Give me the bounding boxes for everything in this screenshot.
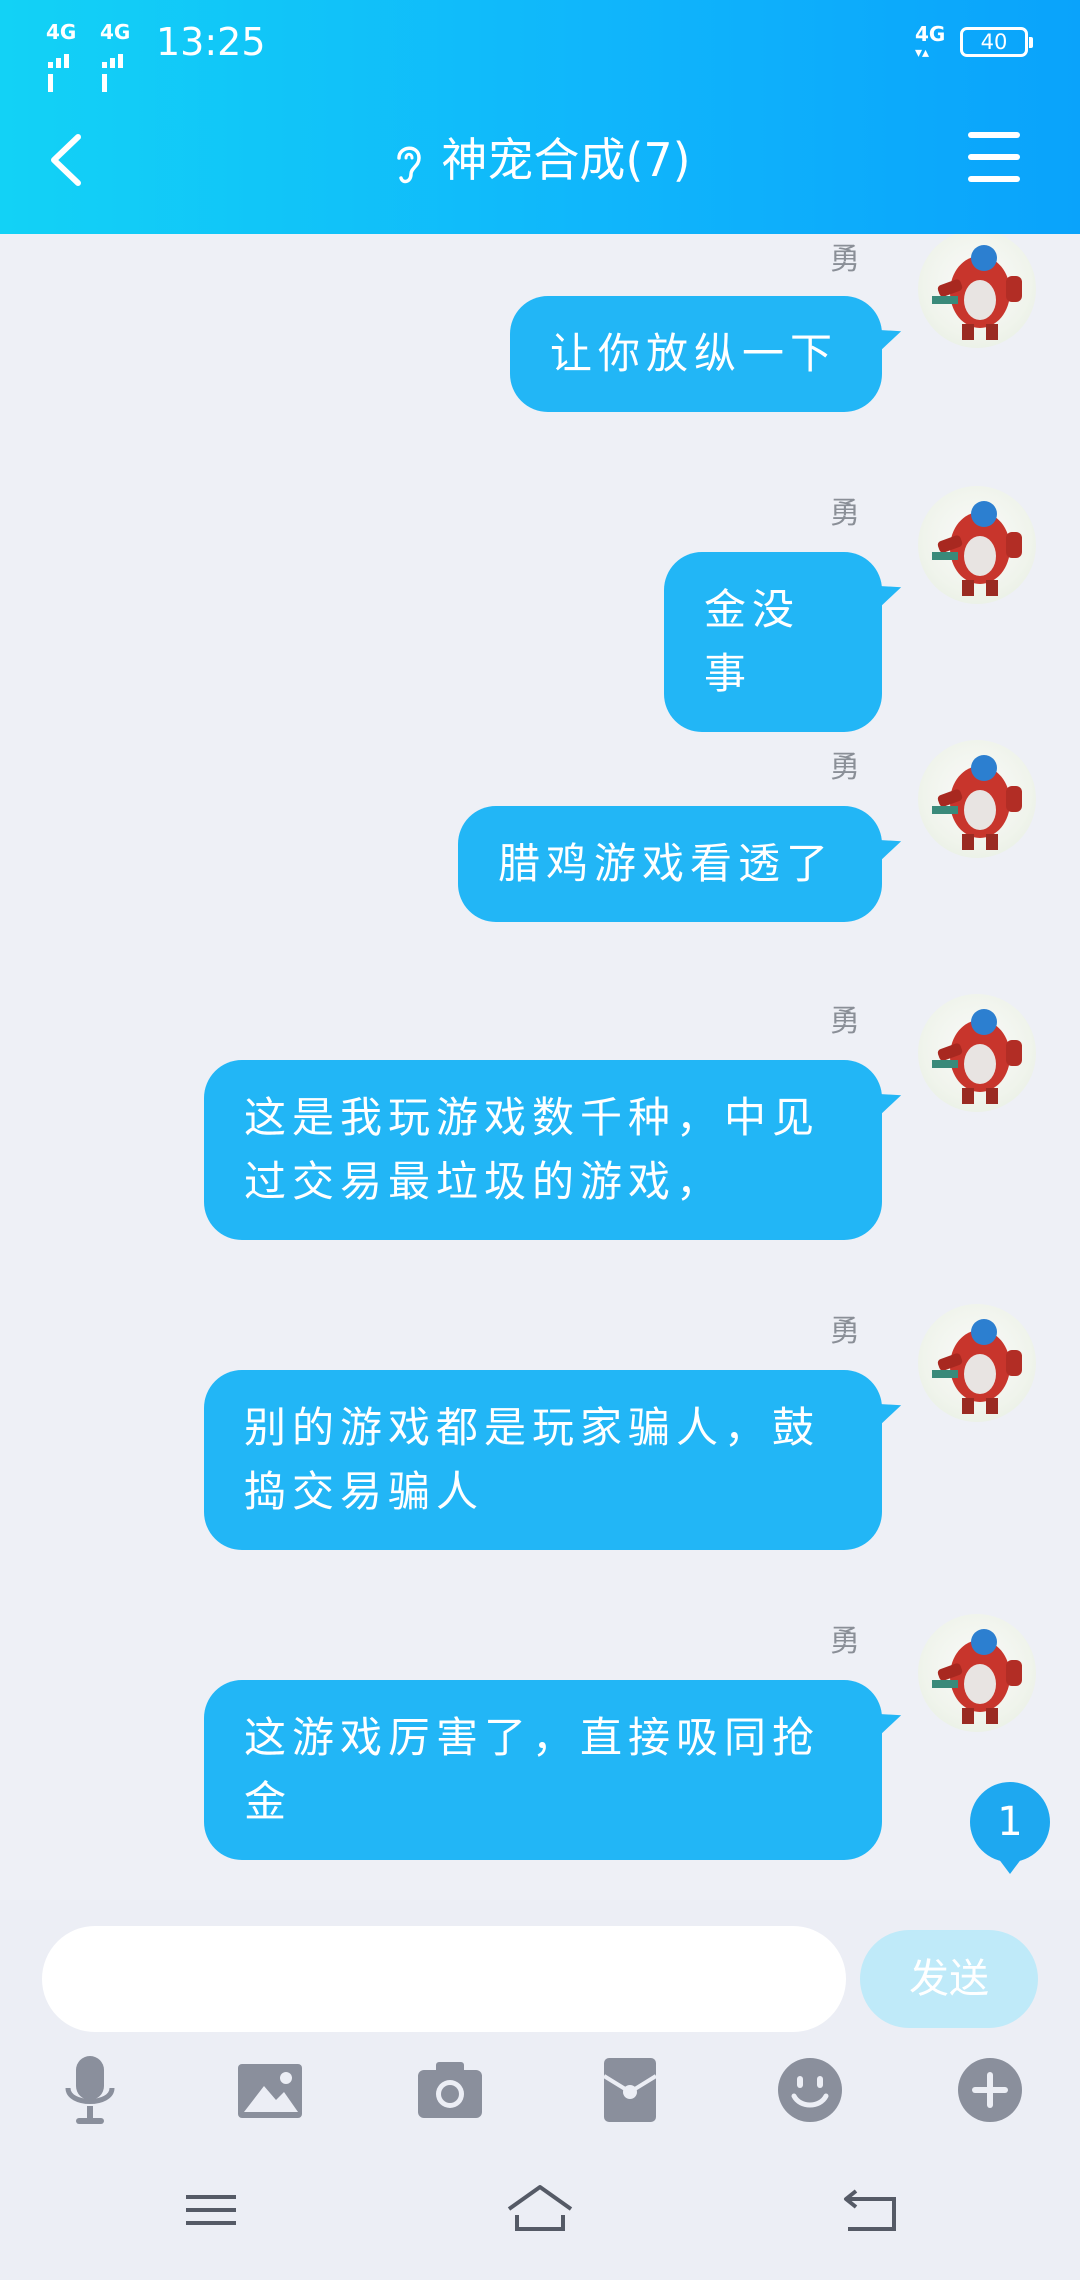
- message-bubble[interactable]: 让你放纵一下: [510, 296, 882, 412]
- voice-button[interactable]: [50, 2050, 130, 2130]
- robot-avatar-icon: [932, 245, 1022, 340]
- message-list[interactable]: 勇 让你放纵一下 勇 金没事 勇 腊鸡游戏看透了 勇 这是我玩游戏数千种，中见过…: [0, 234, 1080, 1900]
- avatar[interactable]: [918, 1614, 1036, 1732]
- image-button[interactable]: [230, 2050, 310, 2130]
- signal-label: 4G: [46, 20, 77, 44]
- avatar[interactable]: [918, 234, 1036, 348]
- back-icon: [844, 2189, 896, 2231]
- message-input[interactable]: [42, 1926, 846, 2032]
- robot-avatar-icon: [932, 1009, 1022, 1104]
- more-button[interactable]: [950, 2050, 1030, 2130]
- avatar[interactable]: [918, 994, 1036, 1112]
- microphone-icon: [65, 2056, 115, 2124]
- status-time: 13:25: [156, 20, 266, 64]
- data-arrows-icon: ▾▴: [915, 45, 930, 61]
- sender-name: 勇: [830, 750, 860, 785]
- signal-bars-icon: [100, 44, 130, 92]
- status-bar: 4G 4G 13:25 4G ▾▴ 40: [0, 0, 1080, 92]
- chat-title-bar[interactable]: 神宠合成(7): [0, 128, 1080, 192]
- sender-name: 勇: [830, 1314, 860, 1349]
- sender-name: 勇: [830, 1004, 860, 1039]
- signal-label: 4G: [100, 20, 131, 44]
- camera-icon: [418, 2062, 482, 2118]
- sender-name: 勇: [830, 1624, 860, 1659]
- message-bubble[interactable]: 腊鸡游戏看透了: [458, 806, 882, 922]
- plus-icon: [958, 2058, 1022, 2122]
- sender-name: 勇: [830, 242, 860, 277]
- robot-avatar-icon: [932, 755, 1022, 850]
- unread-count-badge[interactable]: 1: [970, 1782, 1050, 1874]
- ear-icon: [397, 146, 422, 183]
- composer-toolbar: [0, 2050, 1080, 2140]
- chat-title: 神宠合成(7): [441, 133, 691, 187]
- menu-icon: [186, 2195, 236, 2225]
- signal-bars-icon: [46, 44, 76, 92]
- home-icon: [507, 2185, 573, 2231]
- network-indicator: 4G ▾▴: [915, 22, 945, 60]
- avatar[interactable]: [918, 486, 1036, 604]
- avatar[interactable]: [918, 740, 1036, 858]
- hamburger-menu-icon: [968, 132, 1024, 182]
- message-bubble[interactable]: 这游戏厉害了，直接吸同抢金: [204, 1680, 882, 1860]
- nav-back-button[interactable]: [834, 2175, 904, 2245]
- signal-indicator-1: 4G: [46, 20, 77, 92]
- robot-avatar-icon: [932, 1629, 1022, 1724]
- emoji-icon: [778, 2058, 842, 2122]
- network-label: 4G: [915, 22, 946, 46]
- nav-home-button[interactable]: [505, 2175, 575, 2245]
- sender-name: 勇: [830, 496, 860, 531]
- signal-indicator-2: 4G: [100, 20, 131, 92]
- menu-button[interactable]: [968, 132, 1024, 184]
- send-button[interactable]: 发送: [860, 1930, 1038, 2028]
- system-nav-bar: [0, 2140, 1080, 2280]
- nav-menu-button[interactable]: [176, 2175, 246, 2245]
- chat-header: 4G 4G 13:25 4G ▾▴ 40 神宠合成(7): [0, 0, 1080, 234]
- image-icon: [238, 2064, 302, 2118]
- message-bubble[interactable]: 别的游戏都是玩家骗人，鼓捣交易骗人: [204, 1370, 882, 1550]
- robot-avatar-icon: [932, 501, 1022, 596]
- emoji-button[interactable]: [770, 2050, 850, 2130]
- camera-button[interactable]: [410, 2050, 490, 2130]
- battery-indicator: 40: [960, 27, 1033, 57]
- message-bubble[interactable]: 这是我玩游戏数千种，中见过交易最垃圾的游戏，: [204, 1060, 882, 1240]
- avatar[interactable]: [918, 1304, 1036, 1422]
- robot-avatar-icon: [932, 1319, 1022, 1414]
- message-bubble[interactable]: 金没事: [664, 552, 882, 732]
- red-packet-button[interactable]: [590, 2050, 670, 2130]
- composer-bar: 发送: [0, 1900, 1080, 2050]
- red-packet-icon: [602, 2058, 658, 2122]
